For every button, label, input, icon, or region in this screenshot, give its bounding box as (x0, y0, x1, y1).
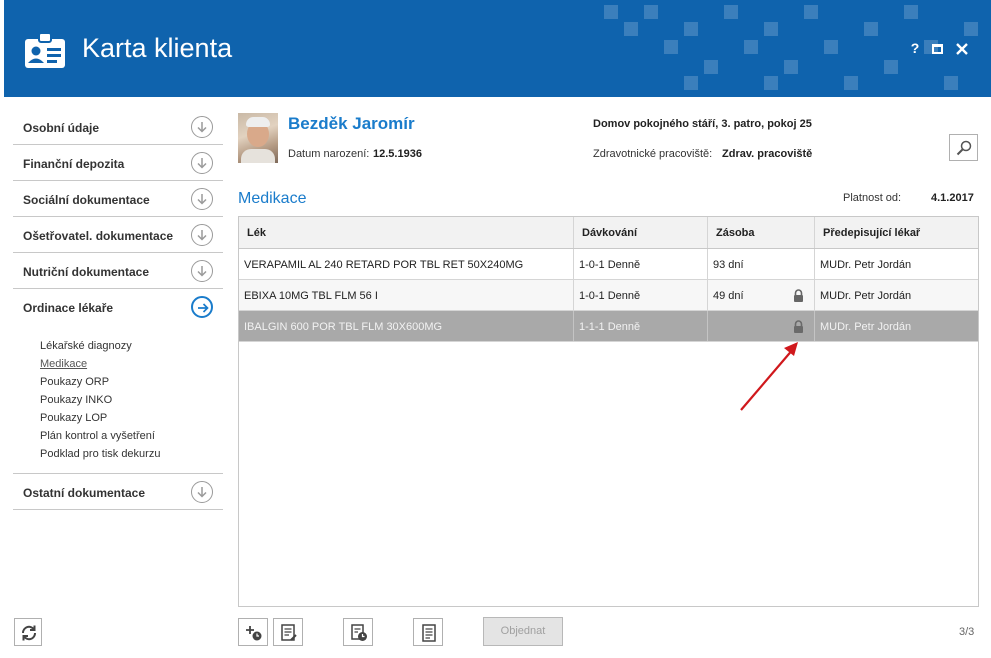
stock-value: 93 dní (713, 259, 744, 271)
column-header-stock[interactable]: Zásoba (708, 217, 815, 248)
medication-history-button[interactable] (343, 618, 373, 646)
lock-icon (794, 320, 803, 333)
cell-dosage: 1-0-1 Denně (574, 280, 708, 310)
page-indicator: 3/3 (959, 626, 975, 638)
column-header-drug[interactable]: Lék (239, 217, 574, 248)
print-document-button[interactable] (413, 618, 443, 646)
close-button[interactable] (954, 40, 970, 58)
cell-doctor: MUDr. Petr Jordán (820, 290, 912, 302)
medication-table: Lék Dávkování Zásoba Předepisující lékař… (238, 216, 979, 607)
cell-dosage: 1-1-1 Denně (574, 311, 708, 341)
close-icon (956, 43, 968, 55)
annotation-arrow (740, 342, 798, 411)
cell-doctor: MUDr. Petr Jordán (820, 321, 912, 333)
cell-drug: IBALGIN 600 POR TBL FLM 30X600MG (239, 311, 574, 341)
stock-value: 49 dní (713, 290, 744, 302)
sidebar-item-label: Ošetřovatel. dokumentace (23, 229, 174, 243)
client-card-icon (25, 32, 65, 68)
sidebar-item-label: Ostatní dokumentace (23, 486, 146, 500)
sidebar-item-social-documentation[interactable]: Sociální dokumentace (13, 181, 223, 217)
submenu-item-diagnoses[interactable]: Lékařské diagnozy (40, 337, 223, 355)
dob-label: Datum narození: (288, 148, 370, 160)
workplace-label: Zdravotnické pracoviště: (593, 148, 713, 160)
patient-name: Bezděk Jaromír (288, 114, 415, 133)
document-icon (422, 624, 436, 642)
cell-stock: 93 dní (708, 249, 815, 279)
sidebar-item-label: Sociální dokumentace (23, 193, 150, 207)
valid-from-value: 4.1.2017 (931, 192, 974, 204)
sidebar-item-other-documentation[interactable]: Ostatní dokumentace (13, 474, 223, 510)
cell-stock (708, 311, 815, 341)
column-header-dosage[interactable]: Dávkování (574, 217, 708, 248)
sidebar-item-label: Ordinace lékaře (23, 301, 114, 315)
titlebar-pattern (604, 5, 978, 90)
submenu-item-medication[interactable]: Medikace (40, 355, 223, 373)
chevron-down-icon (191, 224, 213, 246)
edit-medication-button[interactable] (273, 618, 303, 646)
cell-drug: EBIXA 10MG TBL FLM 56 I (239, 280, 574, 310)
sidebar-item-nutrition-documentation[interactable]: Nutriční dokumentace (13, 253, 223, 289)
cell-doctor: MUDr. Petr Jordán (820, 259, 912, 271)
sidebar-item-label: Finanční depozita (23, 157, 125, 171)
chevron-down-icon (191, 152, 213, 174)
sidebar-item-nursing-documentation[interactable]: Ošetřovatel. dokumentace (13, 217, 223, 253)
sidebar-item-personal-data[interactable]: Osobní údaje (13, 109, 223, 145)
submenu-item-inko-vouchers[interactable]: Poukazy INKO (40, 391, 223, 409)
patient-photo (238, 113, 278, 163)
section-title: Medikace (238, 190, 307, 207)
chevron-down-icon (191, 481, 213, 503)
document-edit-icon (281, 624, 297, 641)
table-header: Lék Dávkování Zásoba Předepisující lékař (239, 217, 978, 249)
maximize-button[interactable] (929, 40, 945, 58)
chevron-down-icon (191, 116, 213, 138)
refresh-icon (21, 625, 37, 641)
sidebar-item-financial-deposits[interactable]: Finanční depozita (13, 145, 223, 181)
cell-dosage: 1-0-1 Denně (574, 249, 708, 279)
submenu-item-decursus-print[interactable]: Podklad pro tisk dekurzu (40, 445, 223, 463)
sidebar: Osobní údaje Finanční depozita Sociální … (13, 109, 223, 510)
maximize-icon (931, 44, 943, 54)
sidebar-item-doctors-office[interactable]: Ordinace lékaře (13, 289, 223, 325)
valid-from-label: Platnost od: (843, 192, 902, 204)
help-button[interactable]: ? (907, 40, 923, 58)
chevron-down-icon (191, 260, 213, 282)
arrow-right-icon (191, 296, 213, 318)
table-row-selected[interactable]: IBALGIN 600 POR TBL FLM 30X600MG 1-1-1 D… (239, 311, 978, 342)
refresh-button[interactable] (14, 618, 42, 646)
submenu-item-orp-vouchers[interactable]: Poukazy ORP (40, 373, 223, 391)
table-row[interactable]: EBIXA 10MG TBL FLM 56 I 1-0-1 Denně 49 d… (239, 280, 978, 311)
dob-value: 12.5.1936 (373, 148, 422, 160)
add-medication-button[interactable] (238, 618, 268, 646)
window-title: Karta klienta (82, 33, 233, 63)
lock-icon (794, 289, 803, 302)
patient-residence: Domov pokojného stáří, 3. patro, pokoj 2… (593, 118, 812, 130)
sidebar-item-label: Nutriční dokumentace (23, 265, 150, 279)
cell-drug: VERAPAMIL AL 240 RETARD POR TBL RET 50X2… (239, 249, 574, 279)
search-button[interactable] (949, 134, 978, 161)
table-row[interactable]: VERAPAMIL AL 240 RETARD POR TBL RET 50X2… (239, 249, 978, 280)
column-header-doctor[interactable]: Předepisující lékař (815, 217, 978, 248)
submenu-item-lop-vouchers[interactable]: Poukazy LOP (40, 409, 223, 427)
workplace-value: Zdrav. pracoviště (722, 148, 813, 160)
search-icon (956, 140, 972, 156)
cell-stock: 49 dní (708, 280, 815, 310)
submenu-item-checkup-plan[interactable]: Plán kontrol a vyšetření (40, 427, 223, 445)
chevron-down-icon (191, 188, 213, 210)
document-clock-icon (351, 624, 367, 641)
doctors-office-submenu: Lékařské diagnozy Medikace Poukazy ORP P… (13, 325, 223, 474)
order-button[interactable]: Objednat (483, 617, 563, 646)
add-clock-icon (246, 626, 262, 641)
title-bar: Karta klienta ? (4, 0, 991, 97)
sidebar-item-label: Osobní údaje (23, 121, 100, 135)
